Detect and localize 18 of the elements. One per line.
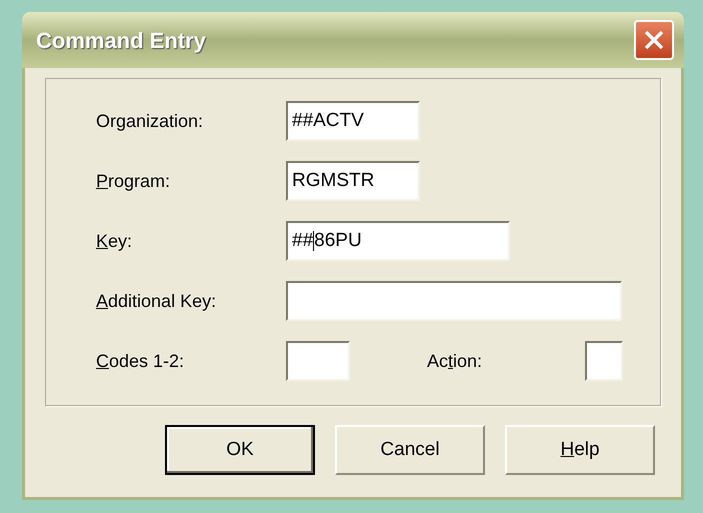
dialog-button[interactable]: Help	[505, 425, 655, 475]
field-label: Additional Key:	[96, 290, 218, 313]
text-field[interactable]: ##86PU	[286, 221, 510, 261]
field-label: Program:	[96, 170, 172, 193]
field-label: Organization:	[96, 110, 204, 133]
text-field[interactable]	[585, 341, 623, 381]
text-field[interactable]	[286, 281, 622, 321]
field-label: Key:	[96, 230, 134, 253]
field-label: Action:	[427, 350, 484, 372]
text-field[interactable]: RGMSTR	[286, 161, 420, 201]
dialog-button[interactable]: OK	[165, 425, 315, 475]
field-label: Codes 1-2:	[96, 350, 186, 372]
dialog-button[interactable]: Cancel	[335, 425, 485, 475]
text-field[interactable]	[286, 341, 350, 381]
close-icon	[643, 29, 665, 51]
text-field[interactable]: ##ACTV	[286, 101, 420, 141]
close-button[interactable]	[634, 20, 674, 60]
window-title: Command Entry	[36, 26, 206, 55]
